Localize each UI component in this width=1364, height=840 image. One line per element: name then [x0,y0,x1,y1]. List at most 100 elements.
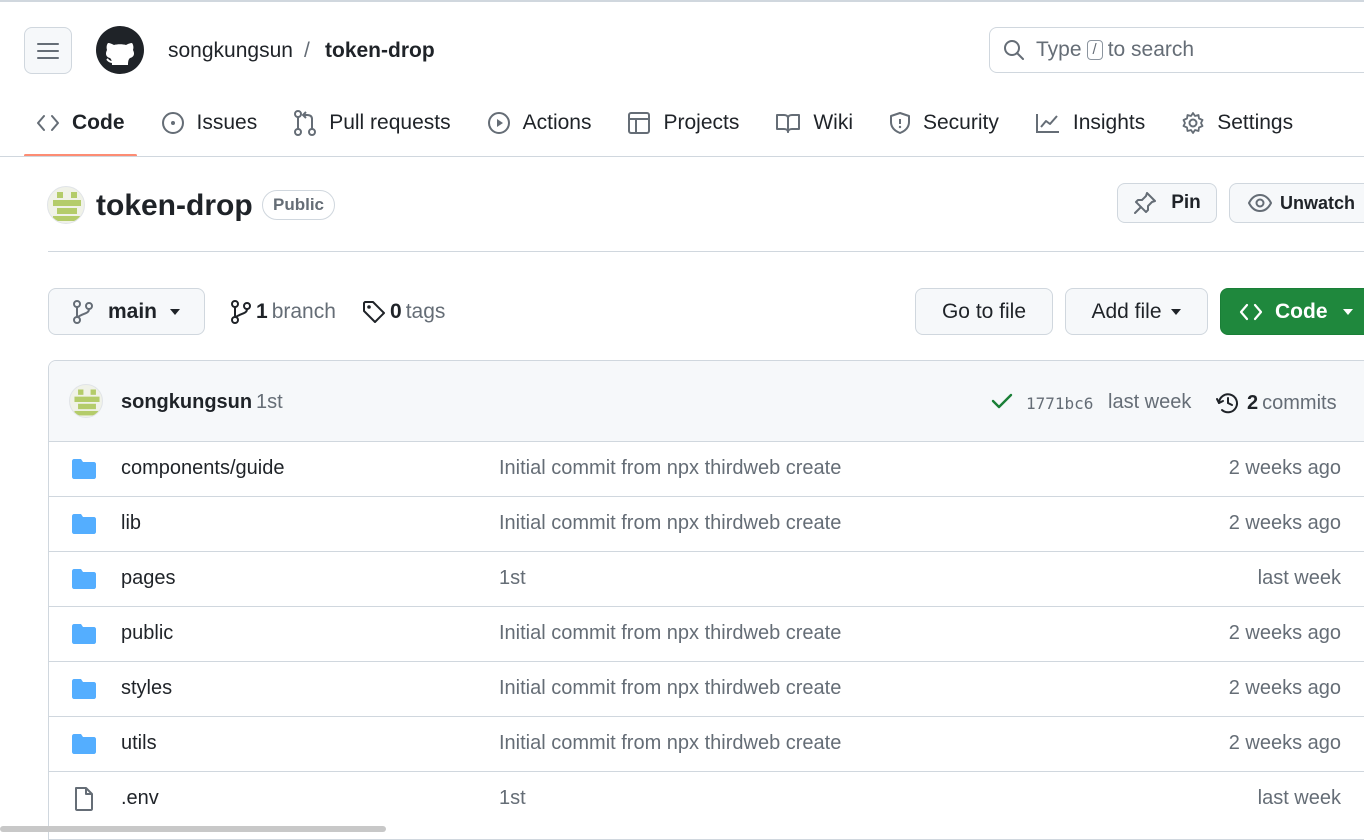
file-commit-message-link[interactable]: Initial commit from npx thirdweb create [499,732,841,755]
horizontal-scrollbar[interactable] [0,826,386,832]
tags-link[interactable]: 0 tags [362,300,445,324]
unwatch-label: Unwatch [1280,192,1356,213]
file-commit-message-link[interactable]: 1st [499,567,526,590]
file-commit-age: last week [1257,567,1341,589]
eye-icon [1248,194,1272,212]
search-placeholder-suffix: to search [1107,38,1195,61]
tab-label: Projects [663,111,740,134]
code-icon [1239,303,1263,320]
tag-word: tags [405,300,446,323]
search-shortcut-key: / [1086,40,1103,60]
tag-icon [363,301,385,323]
branches-link[interactable]: 1 branch [230,300,336,324]
git-branch-icon [231,300,251,324]
table-row: lib Initial commit from npx thirdweb cre… [49,496,1364,551]
file-commit-message-link[interactable]: Initial commit from npx thirdweb create [499,622,841,645]
file-name-link[interactable]: utils [121,732,157,755]
repo-tab-nav: Code Issues Pull requests Actions Projec… [24,100,1317,157]
branch-count: 1 [256,300,268,323]
file-commit-age: 2 weeks ago [1228,622,1341,644]
tab-settings[interactable]: Settings [1169,100,1305,146]
table-row: styles Initial commit from npx thirdweb … [49,661,1364,716]
branch-word: branch [271,300,336,323]
file-commit-age: 2 weeks ago [1228,512,1341,534]
nav-divider [0,156,1364,157]
add-file-button[interactable]: Add file [1065,288,1208,335]
breadcrumb-owner-link[interactable]: songkungsun [168,38,293,64]
history-icon [1216,393,1238,414]
code-icon [37,115,59,131]
table-row: pages 1st last week [49,551,1364,606]
search-input[interactable]: Type / to search [989,27,1364,73]
file-commit-message-link[interactable]: 1st [499,787,526,810]
file-commit-message-link[interactable]: Initial commit from npx thirdweb create [499,512,841,535]
commit-word: commits [1262,391,1337,414]
folder-icon [72,734,96,754]
table-row: utils Initial commit from npx thirdweb c… [49,716,1364,771]
shield-icon [890,112,910,134]
gear-icon [1182,112,1204,134]
play-icon [487,112,510,134]
tab-wiki[interactable]: Wiki [763,100,865,146]
window-top-border [0,0,1364,2]
go-to-file-button[interactable]: Go to file [915,288,1053,335]
branch-selector[interactable]: main [48,288,205,335]
branch-name: main [107,299,157,323]
commit-sha-link[interactable]: 1771bc6 [1026,394,1093,413]
tab-issues[interactable]: Issues [149,100,270,146]
caret-down-icon [1342,308,1353,315]
tab-label: Actions [522,111,592,134]
file-commit-age: 2 weeks ago [1228,677,1341,699]
table-row: .env 1st last week [49,771,1364,826]
tab-insights[interactable]: Insights [1023,100,1157,146]
folder-icon [72,569,96,589]
tab-label: Wiki [813,111,853,134]
add-file-label: Add file [1091,299,1162,323]
tab-label: Insights [1072,111,1146,134]
file-name-link[interactable]: components/guide [121,457,284,480]
repo-title[interactable]: token-drop [96,187,253,225]
file-commit-message-link[interactable]: Initial commit from npx thirdweb create [499,457,841,480]
caret-down-icon [1170,308,1181,315]
tab-label: Code [72,111,125,134]
book-icon [776,114,801,133]
file-name-link[interactable]: public [121,622,173,645]
owner-avatar[interactable] [47,186,85,224]
file-name-link[interactable]: lib [121,512,141,535]
tab-security[interactable]: Security [877,100,1011,146]
code-dropdown-button[interactable]: Code [1220,288,1364,335]
commit-author-link[interactable]: songkungsun [121,391,252,414]
commit-message-link[interactable]: 1st [256,391,283,414]
file-name-link[interactable]: pages [121,567,176,590]
breadcrumb-separator: / [304,39,310,62]
tab-actions[interactable]: Actions [475,100,604,146]
file-commit-age: 2 weeks ago [1228,732,1341,754]
unwatch-button[interactable]: Unwatch [1229,183,1364,223]
pin-button[interactable]: Pin [1117,183,1217,223]
check-icon[interactable] [991,392,1013,410]
github-logo-icon[interactable] [96,26,144,74]
pin-label: Pin [1171,192,1201,213]
file-name-link[interactable]: .env [121,787,159,810]
commit-count: 2 [1247,391,1259,414]
code-button-label: Code [1275,299,1328,323]
tab-label: Pull requests [329,111,451,134]
file-browser: songkungsun 1st 1771bc6 last week 2 comm… [48,360,1364,840]
tab-pull-requests[interactable]: Pull requests [281,100,462,146]
menu-button[interactable] [24,27,72,74]
file-commit-message-link[interactable]: Initial commit from npx thirdweb create [499,677,841,700]
tab-projects[interactable]: Projects [615,100,751,146]
tab-label: Issues [196,111,258,134]
file-name-link[interactable]: styles [121,677,172,700]
search-icon [1004,40,1024,60]
visibility-badge: Public [262,190,336,220]
commit-author-avatar[interactable] [69,384,103,418]
latest-commit-bar: songkungsun 1st 1771bc6 last week 2 comm… [49,361,1364,442]
breadcrumb-repo-link[interactable]: token-drop [325,38,435,64]
commit-history-link[interactable]: 2 commits [1215,390,1337,416]
tab-code[interactable]: Code [24,100,137,157]
folder-icon [72,514,96,534]
folder-icon [72,459,96,479]
tag-count: 0 [390,300,402,323]
table-row: public Initial commit from npx thirdweb … [49,606,1364,661]
